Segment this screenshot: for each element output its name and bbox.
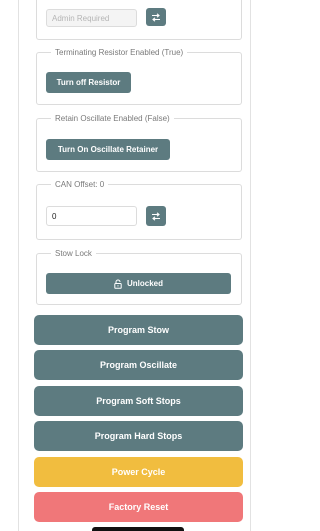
admin-input[interactable]: Admin Required bbox=[46, 9, 137, 27]
stow-lock-legend: Stow Lock bbox=[55, 249, 92, 258]
admin-input-placeholder: Admin Required bbox=[52, 13, 110, 23]
can-offset-input[interactable]: 0 bbox=[46, 206, 137, 226]
swap-arrows-icon bbox=[152, 12, 160, 22]
turn-on-oscillate-button[interactable]: Turn On Oscillate Retainer bbox=[46, 139, 170, 160]
left-border bbox=[18, 0, 19, 531]
can-offset-legend: CAN Offset: 0 bbox=[55, 180, 105, 189]
turn-off-resistor-button[interactable]: Turn off Resistor bbox=[46, 72, 131, 93]
can-offset-swap-button[interactable] bbox=[146, 206, 166, 226]
power-cycle-label: Power Cycle bbox=[111, 467, 166, 477]
stow-lock-label: Unlocked bbox=[126, 279, 163, 288]
program-hard-stops-label: Program Hard Stops bbox=[94, 431, 183, 441]
power-cycle-button[interactable]: Power Cycle bbox=[34, 457, 243, 487]
stow-lock-button[interactable]: Unlocked bbox=[46, 273, 231, 294]
swap-arrows-icon bbox=[152, 211, 160, 221]
program-stow-label: Program Stow bbox=[107, 325, 169, 335]
program-soft-stops-button[interactable]: Program Soft Stops bbox=[34, 386, 243, 416]
program-oscillate-label: Program Oscillate bbox=[99, 360, 178, 370]
program-stow-button[interactable]: Program Stow bbox=[34, 315, 243, 345]
program-oscillate-button[interactable]: Program Oscillate bbox=[34, 350, 243, 380]
terminating-resistor-legend: Terminating Resistor Enabled (True) bbox=[55, 48, 184, 57]
can-offset-value: 0 bbox=[52, 211, 57, 221]
admin-swap-button[interactable] bbox=[146, 8, 166, 26]
program-hard-stops-button[interactable]: Program Hard Stops bbox=[34, 421, 243, 451]
turn-on-oscillate-label: Turn On Oscillate Retainer bbox=[57, 145, 159, 154]
turn-off-resistor-label: Turn off Resistor bbox=[56, 78, 121, 87]
right-border bbox=[250, 0, 251, 531]
program-soft-stops-label: Program Soft Stops bbox=[96, 396, 181, 406]
unlock-icon bbox=[114, 279, 122, 289]
factory-reset-label: Factory Reset bbox=[108, 502, 169, 512]
oscillate-legend: Retain Oscillate Enabled (False) bbox=[55, 114, 170, 123]
home-indicator bbox=[92, 527, 184, 531]
factory-reset-button[interactable]: Factory Reset bbox=[34, 492, 243, 522]
